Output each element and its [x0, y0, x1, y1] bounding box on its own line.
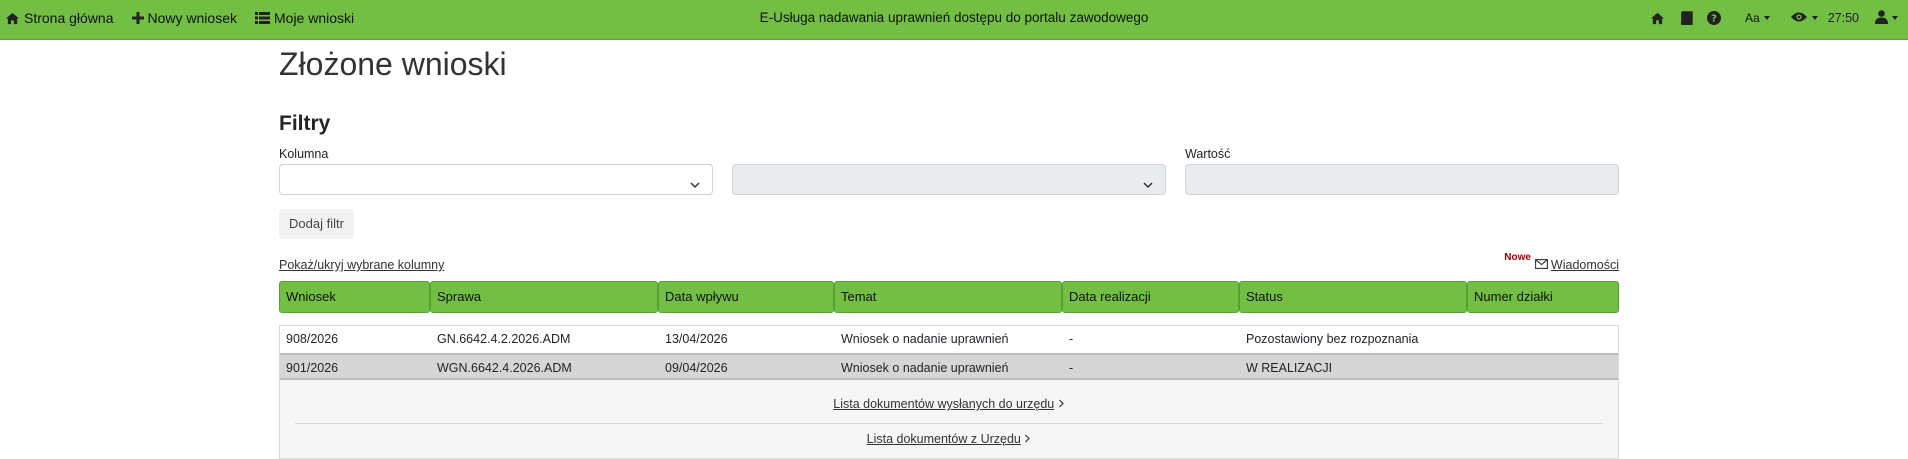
cell-data-wplywu: 09/04/2026 [665, 361, 728, 375]
nav-my-requests[interactable]: Moje wnioski [255, 10, 354, 26]
cell-data-realizacji: - [1069, 332, 1074, 346]
col-header-sprawa[interactable]: Sprawa [430, 281, 658, 313]
cell-temat: Wniosek o nadanie uprawnień [841, 361, 1009, 375]
page-title: Złożone wnioski [279, 46, 507, 82]
cell-data-realizacji: - [1069, 361, 1074, 375]
table-row-selected[interactable]: 901/2026 WGN.6642.4.2026.ADM 09/04/2026 … [280, 353, 1618, 380]
book-icon[interactable] [1679, 11, 1693, 25]
chevron-down-icon [1811, 16, 1818, 20]
top-navbar: Strona główna Nowy wniosek Moje wnioski … [0, 0, 1908, 40]
contrast-dropdown[interactable] [1790, 10, 1818, 26]
user-icon [1875, 9, 1888, 27]
table-body: 908/2026 GN.6642.4.2.2026.ADM 13/04/2026… [279, 325, 1619, 459]
table-header: Wniosek Sprawa Data wpływu Temat Data re… [279, 281, 1619, 313]
sent-documents-label: Lista dokumentów wysłanych do urzędu [833, 397, 1055, 411]
row-details-panel: Lista dokumentów wysłanych do urzędu Lis… [280, 380, 1618, 458]
chevron-right-icon [1058, 397, 1065, 411]
chevron-down-icon [690, 176, 700, 194]
nav-right: ? Aa 27:50 [1636, 0, 1898, 36]
cell-wniosek: 908/2026 [286, 332, 339, 346]
table-row[interactable]: 908/2026 GN.6642.4.2.2026.ADM 13/04/2026… [280, 326, 1618, 353]
messages-label: Wiadomości [1550, 258, 1619, 272]
chevron-right-icon [1024, 432, 1031, 446]
value-label: Wartość [1185, 147, 1231, 161]
cell-status: Pozostawiony bez rozpoznania [1246, 332, 1419, 346]
home-icon [5, 12, 20, 25]
messages-link[interactable]: Wiadomości [1534, 258, 1619, 272]
toggle-columns-link[interactable]: Pokaż/ukryj wybrane kolumny [279, 258, 444, 272]
nav-left: Strona główna Nowy wniosek Moje wnioski [5, 0, 354, 36]
nav-home-label: Strona główna [24, 10, 114, 26]
nav-new-request-label: Nowy wniosek [147, 10, 237, 26]
office-documents-link[interactable]: Lista dokumentów z Urzędu [280, 432, 1618, 446]
new-badge: Nowe [1504, 252, 1531, 263]
operator-select[interactable] [732, 164, 1166, 195]
col-header-data-realizacji[interactable]: Data realizacji [1062, 281, 1239, 313]
details-divider [295, 423, 1603, 424]
plus-icon [131, 12, 144, 24]
messages-area: Nowe Wiadomości [1504, 252, 1619, 272]
cell-data-wplywu: 13/04/2026 [665, 332, 728, 346]
font-size-label: Aa [1745, 11, 1760, 25]
nav-my-requests-label: Moje wnioski [274, 10, 355, 26]
session-timer: 27:50 [1827, 11, 1859, 25]
list-icon [255, 12, 270, 24]
chevron-down-icon [1143, 176, 1153, 194]
sent-documents-link[interactable]: Lista dokumentów wysłanych do urzędu [280, 397, 1618, 411]
svg-text:?: ? [1711, 14, 1717, 25]
nav-new-request[interactable]: Nowy wniosek [131, 10, 237, 26]
help-icon[interactable]: ? [1707, 11, 1722, 25]
col-header-numer-dzialki[interactable]: Numer działki [1467, 281, 1619, 313]
filters-title: Filtry [279, 112, 331, 135]
cell-sprawa: WGN.6642.4.2026.ADM [437, 361, 572, 375]
user-menu[interactable] [1875, 9, 1898, 27]
cell-status: W REALIZACJI [1246, 361, 1333, 375]
main-content: Złożone wnioski Filtry Kolumna Wartość D… [279, 40, 1619, 459]
chevron-down-icon [1763, 16, 1770, 20]
cell-temat: Wniosek o nadanie uprawnień [841, 332, 1009, 346]
cell-numer-dzialki [1468, 326, 1618, 353]
value-input[interactable] [1185, 164, 1619, 195]
add-filter-button[interactable]: Dodaj filtr [279, 209, 354, 239]
col-header-temat[interactable]: Temat [834, 281, 1062, 313]
col-header-wniosek[interactable]: Wniosek [279, 281, 430, 313]
column-label: Kolumna [279, 147, 329, 161]
home-icon[interactable] [1650, 12, 1665, 25]
cell-wniosek: 901/2026 [286, 361, 339, 375]
col-header-data-wplywu[interactable]: Data wpływu [658, 281, 834, 313]
cell-numer-dzialki [1468, 355, 1618, 378]
office-documents-label: Lista dokumentów z Urzędu [866, 432, 1021, 446]
col-header-status[interactable]: Status [1239, 281, 1467, 313]
font-size-dropdown[interactable]: Aa [1745, 11, 1770, 25]
cell-sprawa: GN.6642.4.2.2026.ADM [437, 332, 571, 346]
eye-icon [1790, 10, 1808, 26]
column-select[interactable] [279, 164, 713, 195]
chevron-down-icon [1892, 16, 1898, 20]
nav-home[interactable]: Strona główna [5, 10, 114, 26]
envelope-icon [1534, 258, 1548, 272]
